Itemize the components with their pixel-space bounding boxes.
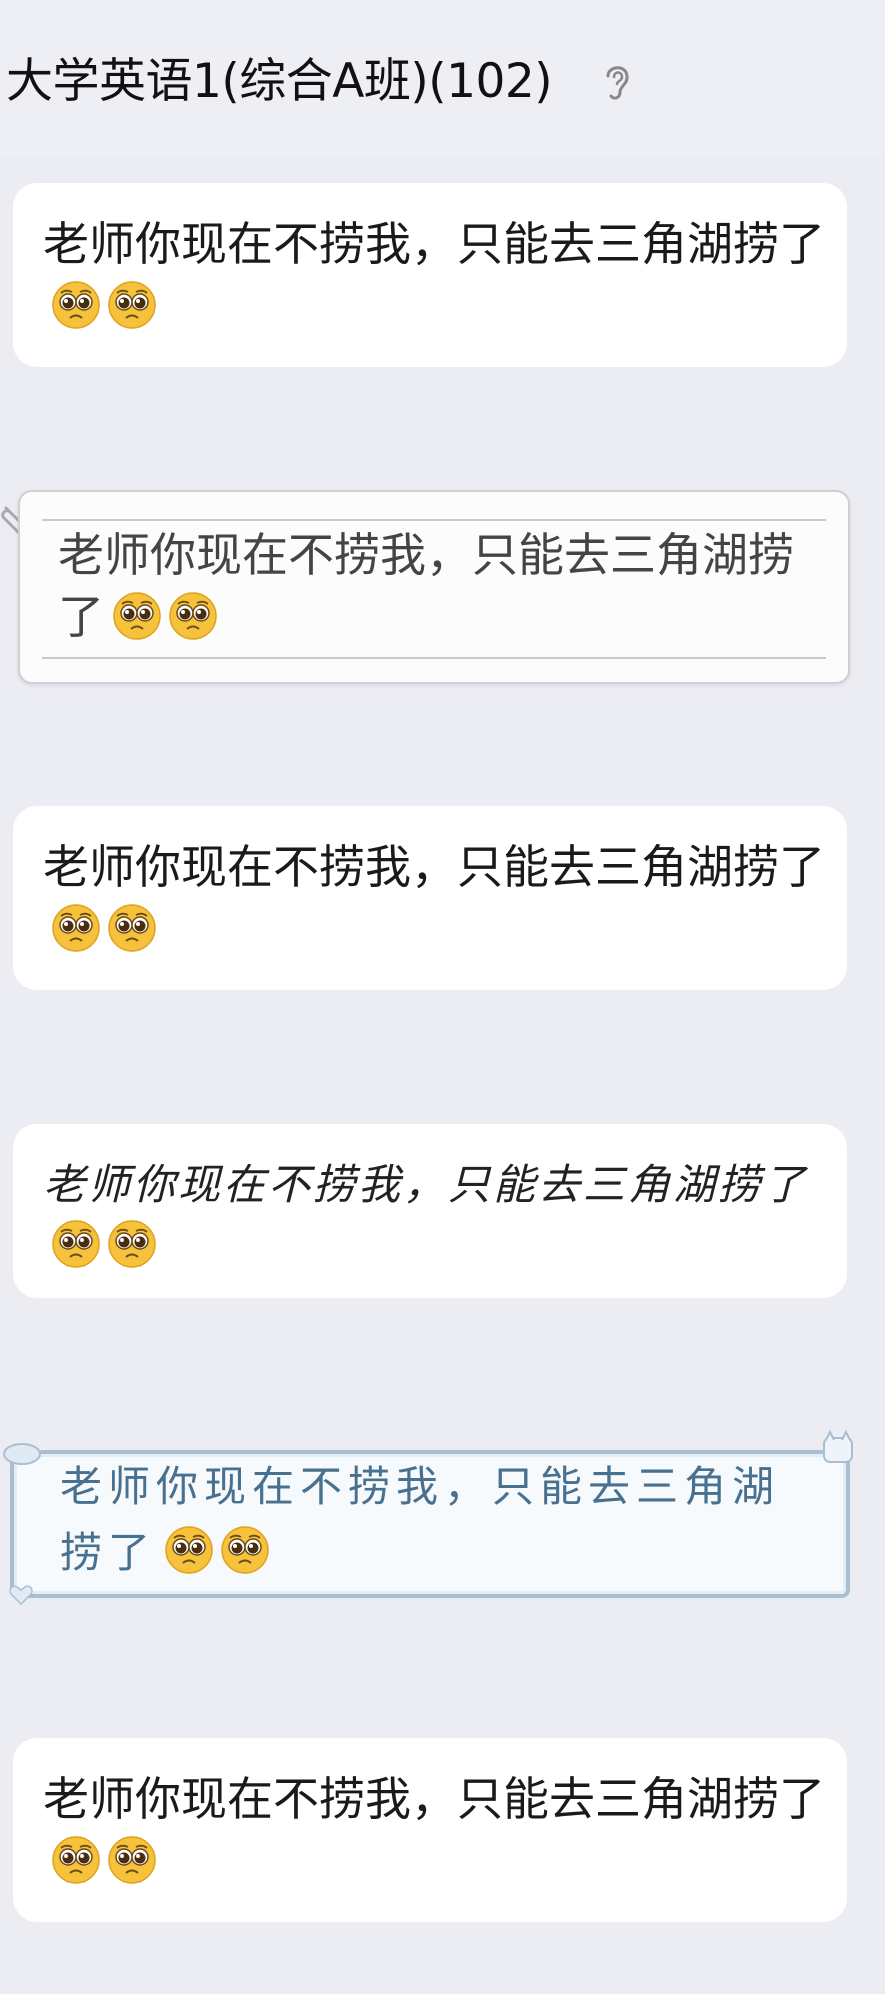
paper-line xyxy=(42,657,826,659)
pleading-face-icon xyxy=(107,1835,157,1885)
message-text: 老师你现在不捞我，只能去三角湖捞了 xyxy=(43,1160,809,1209)
pleading-face-icon xyxy=(51,280,101,330)
pleading-face-icon xyxy=(220,1525,270,1575)
message-text: 老师你现在不捞我，只能去三角湖捞了 xyxy=(43,217,825,271)
pleading-face-icon xyxy=(51,903,101,953)
message-bubble-paper[interactable]: 老师你现在不捞我，只能去三角湖捞了 xyxy=(18,490,850,684)
chat-header: 大学英语1(综合A班)(102) xyxy=(0,0,885,155)
pleading-face-icon xyxy=(107,280,157,330)
ear-icon[interactable] xyxy=(600,60,634,104)
pleading-face-icon xyxy=(107,1219,157,1269)
pleading-face-icon xyxy=(51,1835,101,1885)
message-bubble[interactable]: 老师你现在不捞我，只能去三角湖捞了 xyxy=(13,806,847,990)
message-bubble[interactable]: 老师你现在不捞我，只能去三角湖捞了 xyxy=(13,183,847,367)
cloud-decoration-icon xyxy=(3,1443,41,1465)
cat-decoration-icon xyxy=(823,1429,853,1463)
message-bubble[interactable]: 老师你现在不捞我，只能去三角湖捞了 xyxy=(13,1738,847,1922)
pleading-face-icon xyxy=(51,1219,101,1269)
paper-line xyxy=(42,519,826,521)
message-bubble-handwriting[interactable]: 老师你现在不捞我，只能去三角湖捞了 xyxy=(13,1124,847,1298)
pleading-face-icon xyxy=(168,591,218,641)
heart-decoration-icon xyxy=(9,1585,33,1606)
pleading-face-icon xyxy=(112,591,162,641)
message-bubble-frame[interactable]: 老师你现在不捞我，只能去三角湖捞了 xyxy=(3,1429,853,1606)
pleading-face-icon xyxy=(107,903,157,953)
message-text: 老师你现在不捞我，只能去三角湖捞了 xyxy=(43,840,825,894)
message-text: 老师你现在不捞我，只能去三角湖捞了 xyxy=(43,1772,825,1826)
chat-title[interactable]: 大学英语1(综合A班)(102) xyxy=(6,52,553,112)
pleading-face-icon xyxy=(164,1525,214,1575)
